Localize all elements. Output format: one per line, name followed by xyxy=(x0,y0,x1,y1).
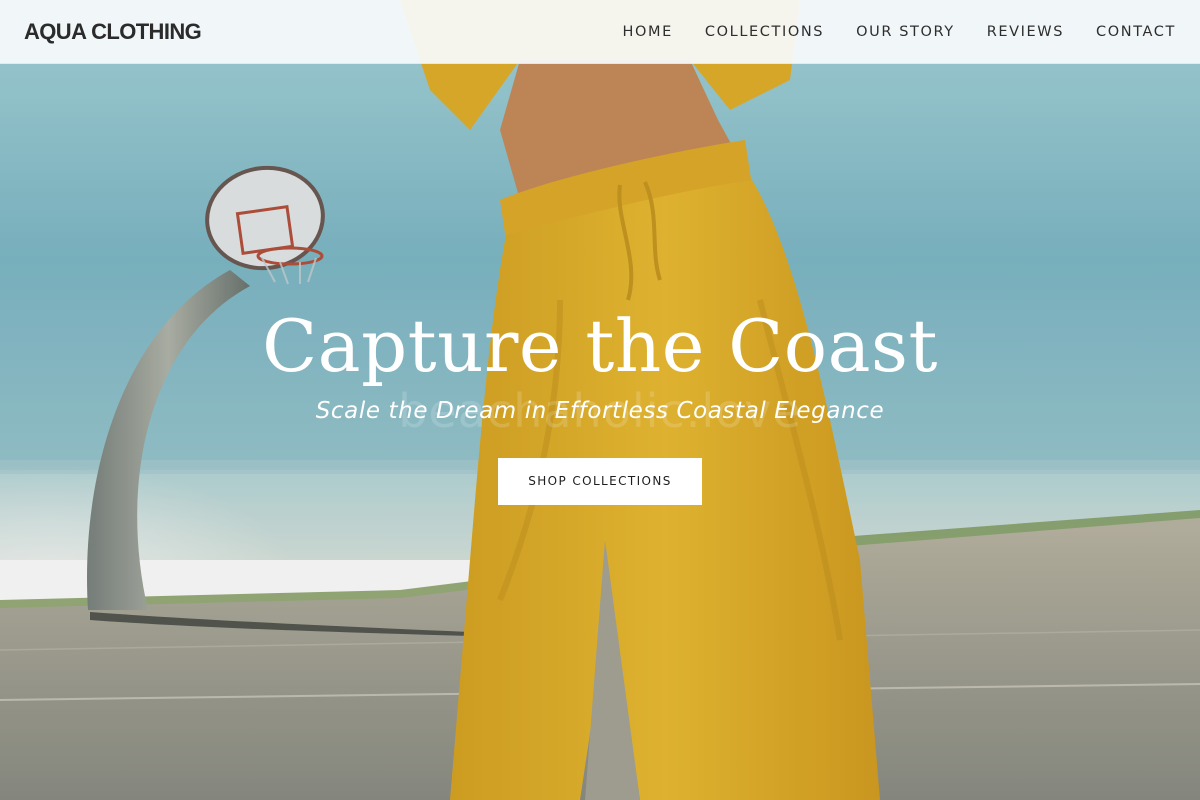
shop-collections-button[interactable]: SHOP COLLECTIONS xyxy=(498,458,702,505)
main-nav: HOME COLLECTIONS OUR STORY REVIEWS CONTA… xyxy=(591,24,1176,40)
brand-logo[interactable]: AQUA CLOTHING xyxy=(24,19,202,45)
site-header: AQUA CLOTHING HOME COLLECTIONS OUR STORY… xyxy=(0,0,1200,64)
hero-subtitle: Scale the Dream in Effortless Coastal El… xyxy=(315,398,885,424)
nav-item-reviews[interactable]: REVIEWS xyxy=(987,24,1064,40)
nav-item-collections[interactable]: COLLECTIONS xyxy=(705,24,824,40)
nav-item-our-story[interactable]: OUR STORY xyxy=(856,24,955,40)
hero-section: Capture the Coast Scale the Dream in Eff… xyxy=(0,300,1200,505)
nav-item-contact[interactable]: CONTACT xyxy=(1096,24,1176,40)
nav-item-home[interactable]: HOME xyxy=(623,24,673,40)
hero-title: Capture the Coast xyxy=(262,304,938,388)
page: AQUA CLOTHING HOME COLLECTIONS OUR STORY… xyxy=(0,0,1200,800)
